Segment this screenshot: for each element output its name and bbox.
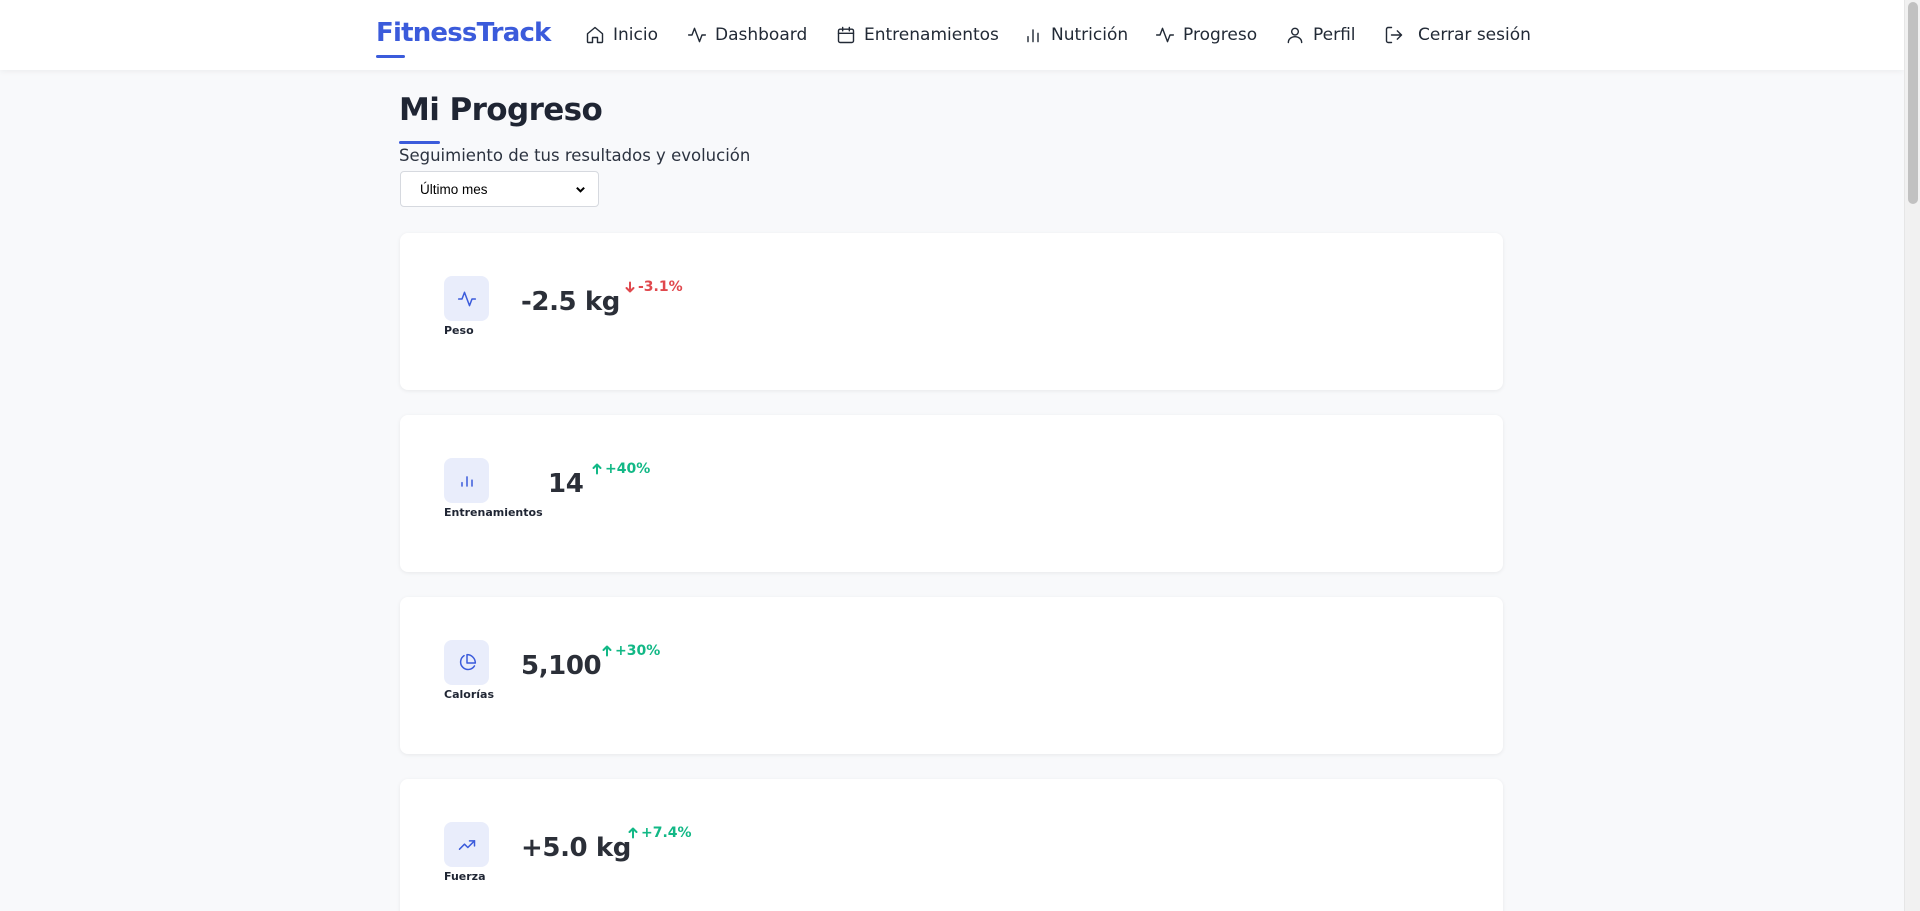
chevron-down-icon: [576, 186, 585, 193]
brand-underline: [376, 55, 405, 58]
nav-item-nutricion[interactable]: Nutrición: [1023, 22, 1128, 48]
logout-icon: [1385, 26, 1403, 44]
nav-item-inicio[interactable]: Inicio: [585, 22, 658, 48]
nav-item-perfil[interactable]: Perfil: [1285, 22, 1356, 48]
pie-chart-icon: [459, 653, 476, 670]
stat-change: +30%: [601, 643, 660, 659]
stat-change-text: +40%: [605, 461, 651, 477]
stat-change-text: +30%: [615, 643, 661, 659]
stat-value: -2.5 kg: [521, 287, 621, 317]
stat-change: +7.4%: [627, 825, 692, 841]
page-scrollbar[interactable]: [1904, 0, 1920, 911]
period-select-value: Último mes: [420, 181, 488, 197]
stat-card-peso: Peso -2.5 kg -3.1%: [400, 233, 1503, 390]
nav-label: Entrenamientos: [864, 25, 999, 45]
stat-change: +40%: [591, 461, 650, 477]
stat-label: Calorías: [444, 688, 494, 701]
page-subtitle: Seguimiento de tus resultados y evolució…: [399, 146, 751, 165]
stat-change-text: +7.4%: [641, 825, 692, 841]
bar-chart-icon: [460, 475, 473, 487]
stat-label: Entrenamientos: [444, 506, 543, 519]
stat-value: +5.0 kg: [521, 833, 631, 863]
nav-label: Inicio: [613, 25, 658, 45]
nav-item-entrenamientos[interactable]: Entrenamientos: [836, 22, 999, 48]
nav-item-cerrar-sesion[interactable]: Cerrar sesión: [1384, 22, 1531, 48]
arrow-down-icon: [625, 281, 635, 293]
home-icon: [586, 26, 604, 44]
nav-label: Nutrición: [1051, 25, 1129, 45]
stat-icon-box: [444, 640, 489, 685]
activity-icon: [687, 27, 707, 43]
stat-change: -3.1%: [624, 279, 683, 295]
nav-label: Perfil: [1313, 25, 1356, 45]
calendar-icon: [837, 26, 855, 44]
stat-label: Peso: [444, 324, 474, 337]
title-underline: [399, 141, 440, 144]
bar-chart-icon: [1027, 29, 1039, 43]
nav-label: Cerrar sesión: [1418, 25, 1531, 45]
arrow-up-icon: [628, 827, 638, 839]
stat-change-text: -3.1%: [638, 279, 683, 295]
user-icon: [1287, 27, 1303, 44]
stat-icon-box: [444, 458, 489, 503]
arrow-up-icon: [602, 645, 612, 657]
nav-item-dashboard[interactable]: Dashboard: [687, 22, 807, 48]
trending-up-icon: [458, 839, 475, 850]
stat-icon-box: [444, 276, 489, 321]
stat-label: Fuerza: [444, 870, 486, 883]
stat-card-fuerza: Fuerza +5.0 kg +7.4%: [400, 779, 1503, 911]
stat-card-calorias: Calorías 5,100 +30%: [400, 597, 1503, 754]
top-navbar: FitnessTrack Inicio Dashboard Entrenamie…: [0, 0, 1904, 70]
arrow-up-icon: [592, 463, 602, 475]
stat-icon-box: [444, 822, 489, 867]
page-title: Mi Progreso: [399, 92, 603, 128]
stat-card-entrenamientos: Entrenamientos 14 +40%: [400, 415, 1503, 572]
stat-value: 5,100: [521, 651, 602, 681]
nav-label: Progreso: [1183, 25, 1258, 45]
period-select[interactable]: Último mes: [400, 171, 599, 207]
nav-item-progreso[interactable]: Progreso: [1155, 22, 1257, 48]
stat-value: 14: [548, 469, 584, 499]
activity-icon: [1155, 27, 1175, 43]
nav-label: Dashboard: [715, 25, 808, 45]
brand-logo[interactable]: FitnessTrack: [376, 18, 551, 48]
activity-icon: [457, 291, 476, 306]
scrollbar-thumb[interactable]: [1908, 2, 1918, 204]
